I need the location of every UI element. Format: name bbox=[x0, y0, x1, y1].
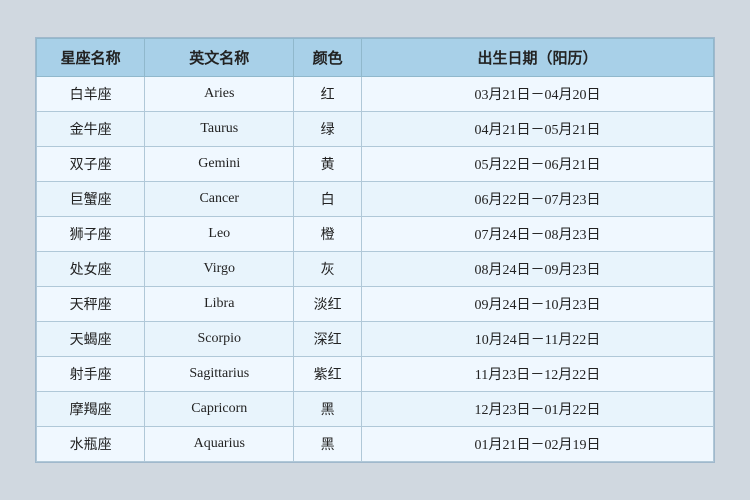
cell-color: 黑 bbox=[294, 427, 362, 462]
cell-date: 08月24日－09月23日 bbox=[361, 252, 713, 287]
cell-english: Gemini bbox=[145, 147, 294, 182]
cell-english: Sagittarius bbox=[145, 357, 294, 392]
cell-chinese: 处女座 bbox=[37, 252, 145, 287]
table-row: 双子座Gemini黄05月22日－06月21日 bbox=[37, 147, 714, 182]
header-date: 出生日期（阳历） bbox=[361, 39, 713, 77]
cell-chinese: 射手座 bbox=[37, 357, 145, 392]
cell-date: 04月21日－05月21日 bbox=[361, 112, 713, 147]
cell-color: 深红 bbox=[294, 322, 362, 357]
cell-english: Libra bbox=[145, 287, 294, 322]
cell-chinese: 白羊座 bbox=[37, 77, 145, 112]
cell-date: 12月23日－01月22日 bbox=[361, 392, 713, 427]
cell-english: Scorpio bbox=[145, 322, 294, 357]
cell-chinese: 金牛座 bbox=[37, 112, 145, 147]
cell-date: 03月21日－04月20日 bbox=[361, 77, 713, 112]
cell-date: 07月24日－08月23日 bbox=[361, 217, 713, 252]
cell-color: 灰 bbox=[294, 252, 362, 287]
cell-english: Cancer bbox=[145, 182, 294, 217]
cell-english: Virgo bbox=[145, 252, 294, 287]
cell-chinese: 天蝎座 bbox=[37, 322, 145, 357]
cell-chinese: 巨蟹座 bbox=[37, 182, 145, 217]
cell-english: Leo bbox=[145, 217, 294, 252]
cell-color: 红 bbox=[294, 77, 362, 112]
cell-english: Capricorn bbox=[145, 392, 294, 427]
cell-color: 黑 bbox=[294, 392, 362, 427]
cell-color: 橙 bbox=[294, 217, 362, 252]
zodiac-table: 星座名称 英文名称 颜色 出生日期（阳历） 白羊座Aries红03月21日－04… bbox=[36, 38, 714, 462]
table-row: 巨蟹座Cancer白06月22日－07月23日 bbox=[37, 182, 714, 217]
cell-color: 绿 bbox=[294, 112, 362, 147]
cell-date: 01月21日－02月19日 bbox=[361, 427, 713, 462]
cell-english: Taurus bbox=[145, 112, 294, 147]
cell-chinese: 双子座 bbox=[37, 147, 145, 182]
cell-date: 06月22日－07月23日 bbox=[361, 182, 713, 217]
table-row: 天蝎座Scorpio深红10月24日－11月22日 bbox=[37, 322, 714, 357]
cell-english: Aries bbox=[145, 77, 294, 112]
cell-date: 10月24日－11月22日 bbox=[361, 322, 713, 357]
table-header-row: 星座名称 英文名称 颜色 出生日期（阳历） bbox=[37, 39, 714, 77]
cell-date: 05月22日－06月21日 bbox=[361, 147, 713, 182]
cell-chinese: 水瓶座 bbox=[37, 427, 145, 462]
header-english: 英文名称 bbox=[145, 39, 294, 77]
cell-date: 09月24日－10月23日 bbox=[361, 287, 713, 322]
cell-chinese: 狮子座 bbox=[37, 217, 145, 252]
cell-color: 黄 bbox=[294, 147, 362, 182]
cell-color: 白 bbox=[294, 182, 362, 217]
zodiac-table-container: 星座名称 英文名称 颜色 出生日期（阳历） 白羊座Aries红03月21日－04… bbox=[35, 37, 715, 463]
header-chinese: 星座名称 bbox=[37, 39, 145, 77]
cell-chinese: 摩羯座 bbox=[37, 392, 145, 427]
table-row: 白羊座Aries红03月21日－04月20日 bbox=[37, 77, 714, 112]
header-color: 颜色 bbox=[294, 39, 362, 77]
cell-chinese: 天秤座 bbox=[37, 287, 145, 322]
cell-english: Aquarius bbox=[145, 427, 294, 462]
cell-color: 淡红 bbox=[294, 287, 362, 322]
table-row: 水瓶座Aquarius黑01月21日－02月19日 bbox=[37, 427, 714, 462]
cell-date: 11月23日－12月22日 bbox=[361, 357, 713, 392]
table-row: 金牛座Taurus绿04月21日－05月21日 bbox=[37, 112, 714, 147]
table-row: 天秤座Libra淡红09月24日－10月23日 bbox=[37, 287, 714, 322]
table-row: 摩羯座Capricorn黑12月23日－01月22日 bbox=[37, 392, 714, 427]
table-row: 射手座Sagittarius紫红11月23日－12月22日 bbox=[37, 357, 714, 392]
table-row: 狮子座Leo橙07月24日－08月23日 bbox=[37, 217, 714, 252]
table-row: 处女座Virgo灰08月24日－09月23日 bbox=[37, 252, 714, 287]
cell-color: 紫红 bbox=[294, 357, 362, 392]
